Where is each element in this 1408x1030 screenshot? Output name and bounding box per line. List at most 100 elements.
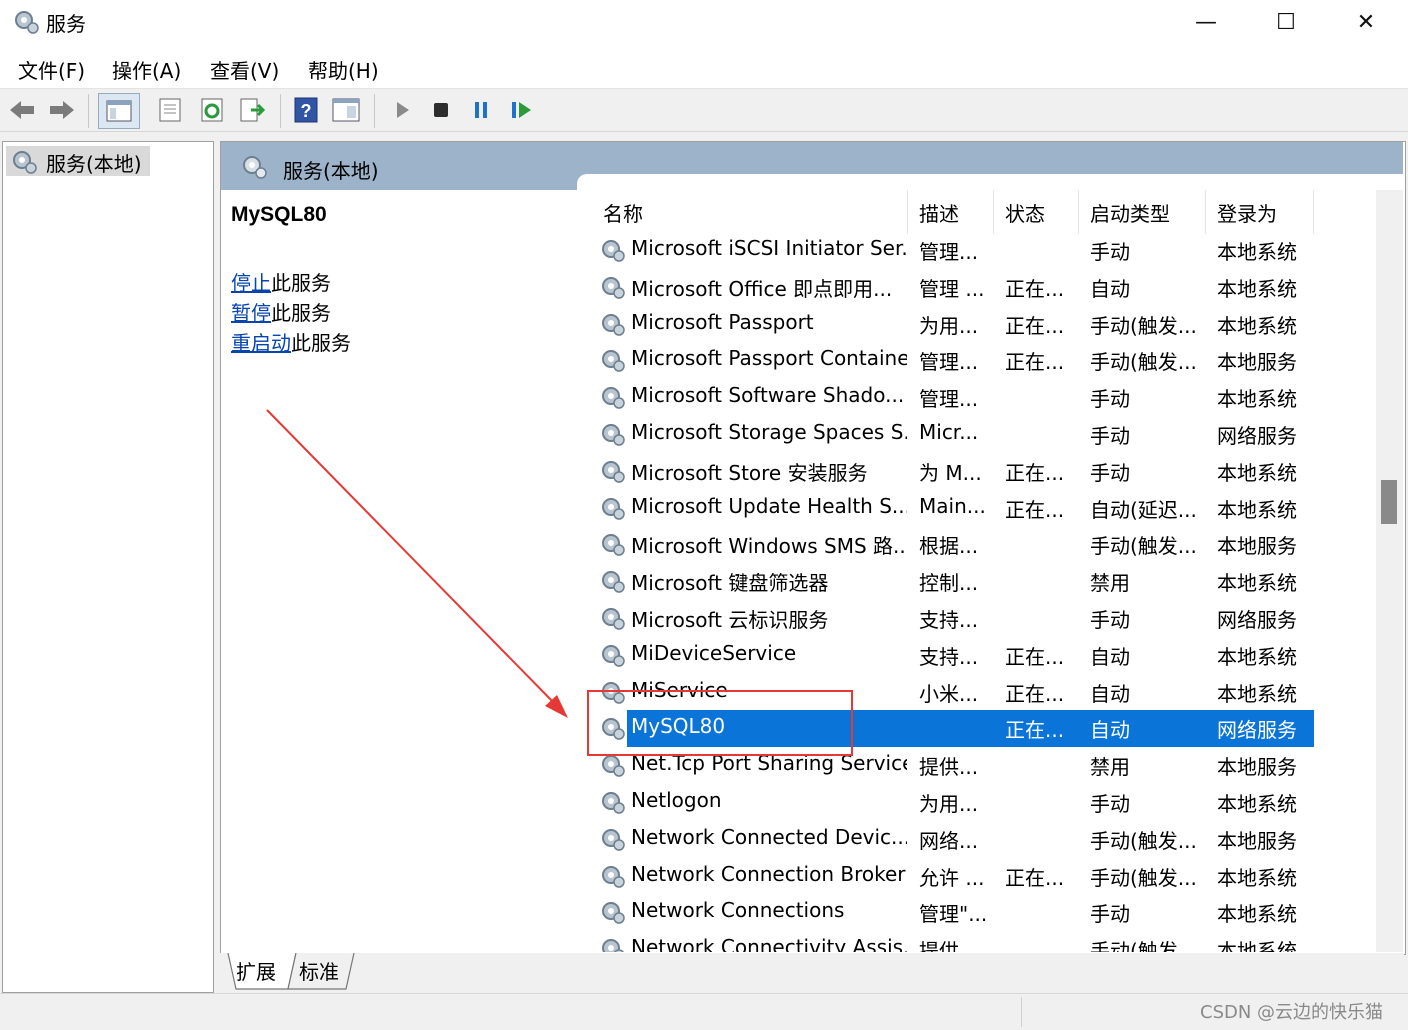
services-app-icon	[15, 11, 39, 34]
column-separator[interactable]	[1205, 190, 1206, 234]
service-row[interactable]: Microsoft Office 即点即用... 管理 ... 正在... 自动 本地系…	[587, 269, 1374, 306]
selected-service-name: MySQL80	[231, 203, 327, 226]
toolbar-separator	[88, 94, 89, 128]
column-header-description[interactable]: 描述	[919, 198, 959, 227]
service-row[interactable]: Net.Tcp Port Sharing Service 提供... 禁用 本地服务	[587, 747, 1374, 784]
service-gear-icon	[602, 424, 625, 446]
service-row[interactable]: Microsoft Passport 为用... 正在... 手动(触发... 本地系统	[587, 306, 1374, 343]
column-header-status[interactable]: 状态	[1005, 198, 1045, 227]
column-separator[interactable]	[1313, 190, 1314, 234]
service-description: 管理...	[919, 350, 979, 375]
service-row[interactable]: Microsoft 键盘筛选器 控制... 禁用 本地系统	[587, 563, 1374, 600]
service-row[interactable]: Microsoft Software Shado... 管理... 手动 本地系统	[587, 379, 1374, 416]
service-startup-type: 手动(触发...	[1090, 828, 1197, 853]
menu-file[interactable]: 文件(F)	[18, 55, 85, 84]
service-gear-icon	[602, 865, 625, 888]
service-row[interactable]: Network Connection Broker 允许 ... 正在... 手动(触…	[587, 858, 1374, 895]
column-header-log-on-as[interactable]: 登录为	[1217, 198, 1277, 227]
status-bar	[0, 993, 1408, 1030]
services-list: 名称 ˄ 描述 状态 启动类型 登录为 Microsoft iSCSI Init…	[587, 190, 1374, 952]
service-row[interactable]: Network Connectivity Assis... 提供... 手动(触发.…	[587, 931, 1374, 952]
stop-service-link[interactable]: 停止	[231, 271, 271, 295]
service-row[interactable]: Network Connections 管理"... 手动 本地系统	[587, 894, 1374, 931]
column-separator[interactable]	[907, 190, 908, 234]
service-startup-type: 手动	[1090, 792, 1130, 816]
restart-service-icon[interactable]	[507, 96, 535, 124]
service-row[interactable]: MiDeviceService 支持... 正在... 自动 本地系统	[587, 637, 1374, 674]
scrollbar-thumb[interactable]	[1381, 480, 1397, 524]
service-gear-icon	[602, 792, 625, 814]
refresh-icon[interactable]	[198, 96, 226, 124]
service-row[interactable]: Microsoft Update Health S... Main... 正在...…	[587, 490, 1374, 527]
menu-help[interactable]: 帮助(H)	[308, 55, 379, 84]
back-arrow-icon[interactable]	[8, 96, 36, 124]
service-gear-icon	[602, 644, 625, 667]
service-gear-icon	[602, 497, 625, 520]
service-row[interactable]: MiService 小米... 正在... 自动 本地系统	[587, 674, 1374, 711]
export-list-icon[interactable]	[238, 96, 266, 124]
service-gear-icon	[602, 939, 624, 952]
vertical-scrollbar[interactable]	[1376, 190, 1403, 952]
action-restart: 重启动此服务	[231, 327, 351, 356]
column-header-startup-type[interactable]: 启动类型	[1090, 198, 1170, 227]
service-row[interactable]: Network Connected Devic... 网络... 手动(触发... 本…	[587, 821, 1374, 858]
maximize-icon: ☐	[1276, 9, 1296, 35]
service-logon-as: 本地系统	[1217, 276, 1297, 301]
stop-service-icon[interactable]	[427, 96, 455, 124]
action-suffix: 此服务	[271, 301, 331, 325]
pane-header-tab-cut	[577, 174, 1403, 190]
service-logon-as: 本地系统	[1217, 792, 1297, 816]
pause-service-icon[interactable]	[467, 96, 495, 124]
maximize-button[interactable]: ☐	[1246, 0, 1326, 44]
service-startup-type: 手动(触发...	[1090, 313, 1197, 338]
menu-view[interactable]: 查看(V)	[210, 55, 279, 84]
service-description: 管理...	[919, 387, 979, 412]
menu-action[interactable]: 操作(A)	[112, 55, 181, 84]
service-description: 管理"...	[919, 902, 988, 927]
service-name: Microsoft Store 安装服务	[631, 460, 868, 485]
service-logon-as: 本地系统	[1217, 497, 1297, 522]
column-header-name[interactable]: 名称	[603, 198, 643, 227]
service-name: MiService	[631, 677, 728, 702]
service-row[interactable]: Netlogon 为用... 手动 本地系统	[587, 784, 1374, 821]
tree-item-label: 服务(本地)	[46, 152, 142, 176]
properties-icon[interactable]	[156, 96, 184, 124]
minimize-button[interactable]: —	[1166, 0, 1246, 44]
restart-service-link[interactable]: 重启动	[231, 331, 291, 355]
pause-service-link[interactable]: 暂停	[231, 301, 271, 325]
service-logon-as: 本地系统	[1217, 313, 1297, 338]
tab-standard[interactable]: 标准	[299, 956, 339, 985]
watermark: CSDN @云边的快乐猫	[1200, 1002, 1384, 1023]
service-status: 正在...	[1005, 865, 1065, 890]
service-logon-as: 本地系统	[1217, 240, 1297, 264]
close-button[interactable]: ✕	[1326, 0, 1406, 44]
service-description: 根据...	[919, 534, 979, 559]
forward-arrow-icon[interactable]	[48, 96, 76, 124]
tab-extended[interactable]: 扩展	[236, 956, 276, 985]
service-gear-icon	[602, 681, 625, 704]
service-logon-as: 本地系统	[1217, 571, 1297, 596]
service-description: 允许 ...	[919, 865, 985, 890]
service-startup-type: 手动(触发...	[1090, 350, 1197, 375]
console-pane-icon[interactable]	[332, 96, 360, 124]
action-stop: 停止此服务	[231, 267, 331, 296]
action-suffix: 此服务	[291, 331, 351, 355]
service-gear-icon	[602, 276, 625, 299]
service-row[interactable]: Microsoft Store 安装服务 为 M... 正在... 手动 本地系统	[587, 453, 1374, 490]
service-row[interactable]: Microsoft iSCSI Initiator Ser... 管理... 手动 本…	[587, 232, 1374, 269]
start-service-icon[interactable]	[388, 96, 416, 124]
service-row[interactable]: Microsoft 云标识服务 支持... 手动 网络服务	[587, 600, 1374, 637]
show-console-tree-icon[interactable]	[98, 93, 140, 129]
service-name: Microsoft Passport	[631, 309, 814, 334]
column-separator[interactable]	[993, 190, 994, 234]
service-row[interactable]: Microsoft Windows SMS 路... 根据... 手动(触发... 本…	[587, 526, 1374, 563]
service-row[interactable]: Microsoft Passport Container 管理... 正在... 手动…	[587, 342, 1374, 379]
column-separator[interactable]	[1078, 190, 1079, 234]
help-icon[interactable]: ?	[292, 96, 320, 124]
service-row[interactable]: Microsoft Storage Spaces S... Micr... 手动 网络…	[587, 416, 1374, 453]
service-description: 为用...	[919, 792, 979, 816]
service-row[interactable]: MySQL80 正在... 自动 网络服务	[602, 710, 1314, 748]
service-logon-as: 本地服务	[1217, 828, 1297, 853]
service-logon-as: 本地服务	[1217, 534, 1297, 559]
minimize-icon: —	[1195, 9, 1217, 35]
